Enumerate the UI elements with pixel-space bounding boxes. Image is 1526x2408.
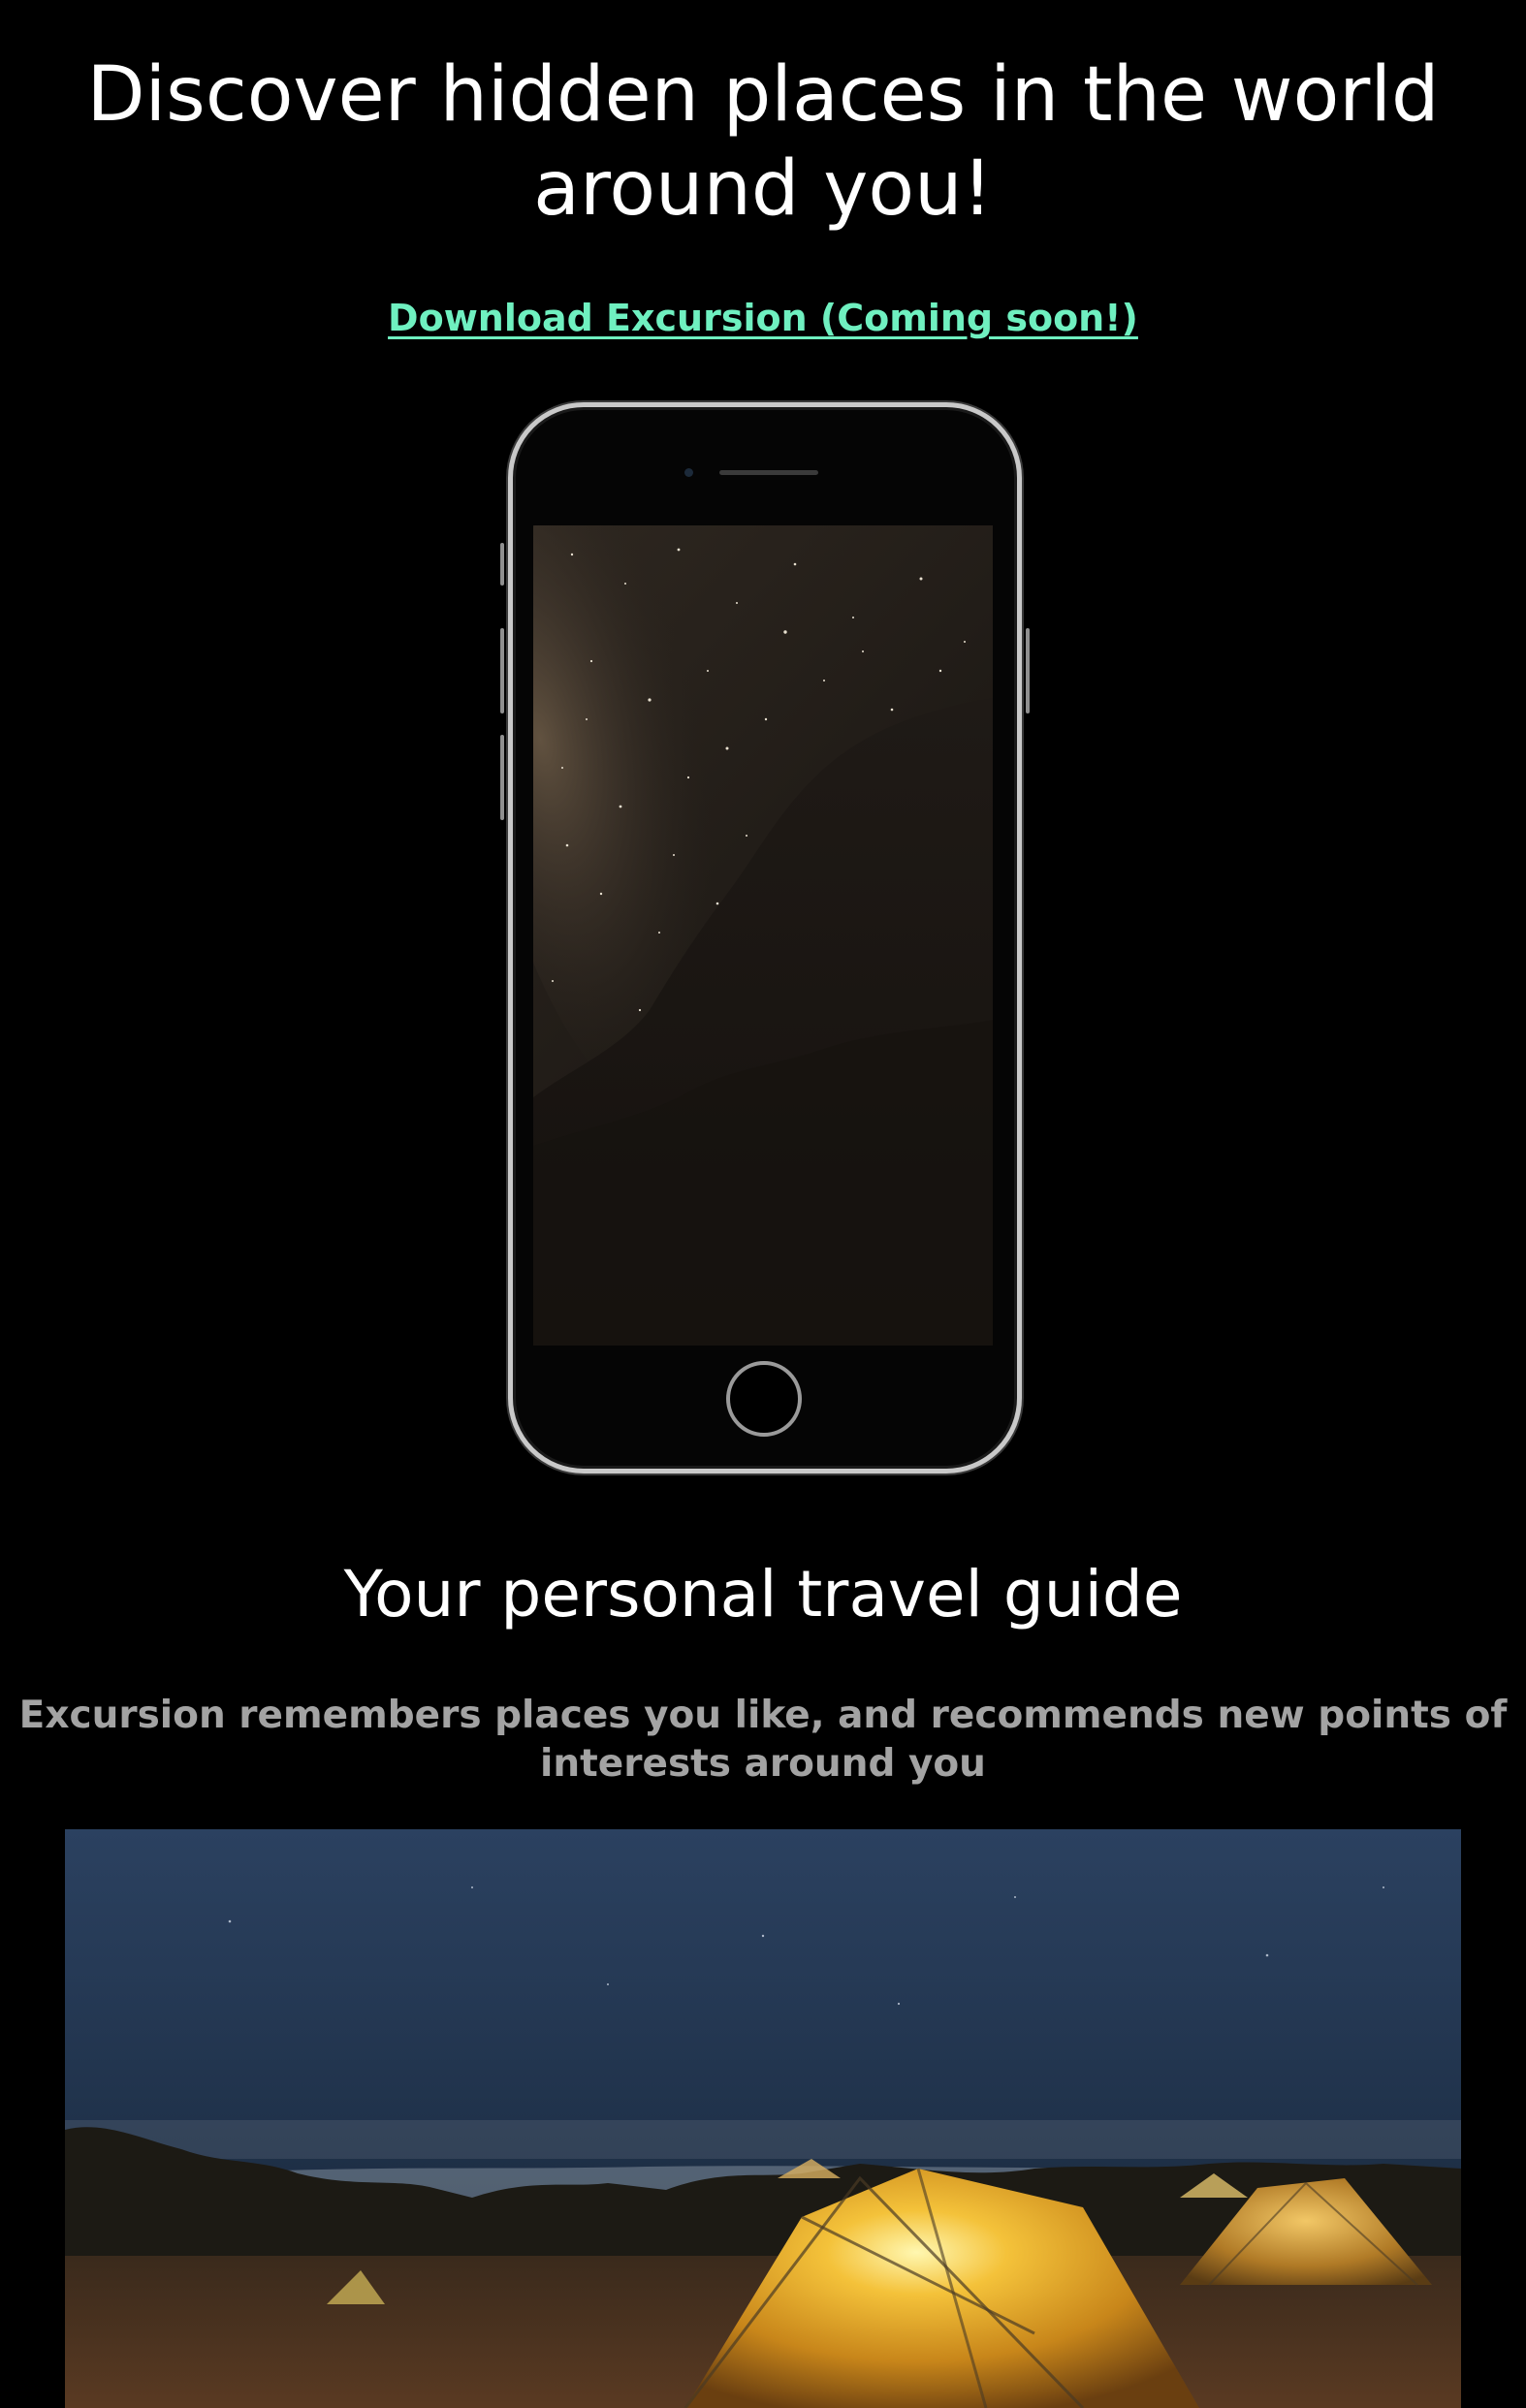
camping-tents-photo [65,1829,1461,2408]
hero-title: Discover hidden places in the world arou… [86,51,1440,233]
camping-night-photo [65,1829,1461,2408]
phone-power-button [1026,628,1030,713]
phone-home-button [726,1361,802,1437]
section-description: Excursion remembers places you like, and… [18,1694,1508,1786]
phone-volume-down-button [500,735,504,820]
phone-mockup [500,402,1030,1473]
night-sky-photo [533,525,993,1346]
earpiece-speaker [719,470,818,475]
phone-volume-up-button [500,628,504,713]
phone-screen-night-sky-image [533,525,993,1346]
download-excursion-link[interactable]: Download Excursion (Coming soon!) [0,291,1526,345]
phone-mute-switch [500,543,504,586]
front-camera [684,468,693,477]
section-title: Your personal travel guide [343,1557,1183,1632]
download-link-label[interactable]: Download Excursion (Coming soon!) [388,297,1138,339]
